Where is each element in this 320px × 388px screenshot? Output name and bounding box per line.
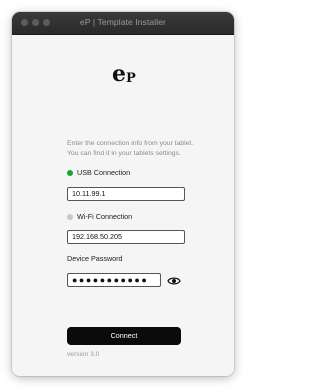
usb-connection-label-row[interactable]: USB Connection: [67, 168, 130, 177]
version-label: version 3.0: [67, 351, 100, 358]
wifi-status-indicator: [67, 213, 73, 220]
device-password-input[interactable]: ●●●●●●●●●●●: [67, 273, 161, 287]
usb-status-indicator: [67, 169, 73, 176]
usb-connection-label: USB Connection: [77, 168, 131, 177]
device-password-label: Device Password: [67, 254, 123, 263]
titlebar[interactable]: eP | Template Installer: [12, 12, 234, 35]
password-masked-value: ●●●●●●●●●●●: [72, 275, 149, 285]
eye-icon-glyph: [167, 277, 181, 285]
connect-button[interactable]: Connect: [67, 327, 181, 345]
wifi-ip-input[interactable]: [67, 230, 185, 244]
device-password-label-row: Device Password: [67, 254, 123, 263]
app-window: eP | Template Installer e P Enter the co…: [12, 12, 234, 376]
logo-letter-e: e: [112, 61, 126, 87]
instructions-line-2: You can find it in your tablets settings…: [67, 150, 181, 157]
logo-letter-p: P: [126, 71, 136, 86]
wifi-connection-label-row[interactable]: Wi-Fi Connection: [67, 212, 132, 221]
content-area: e P Enter the connection info from your …: [12, 35, 234, 376]
usb-ip-input[interactable]: [67, 187, 185, 201]
wifi-connection-label: Wi-Fi Connection: [77, 212, 133, 221]
instructions-text: Enter the connection info from your tabl…: [67, 139, 234, 159]
eye-icon[interactable]: [167, 274, 181, 286]
instructions-line-1: Enter the connection info from your tabl…: [67, 140, 194, 147]
ep-logo: e P: [112, 61, 142, 93]
window-title: eP | Template Installer: [80, 17, 166, 27]
